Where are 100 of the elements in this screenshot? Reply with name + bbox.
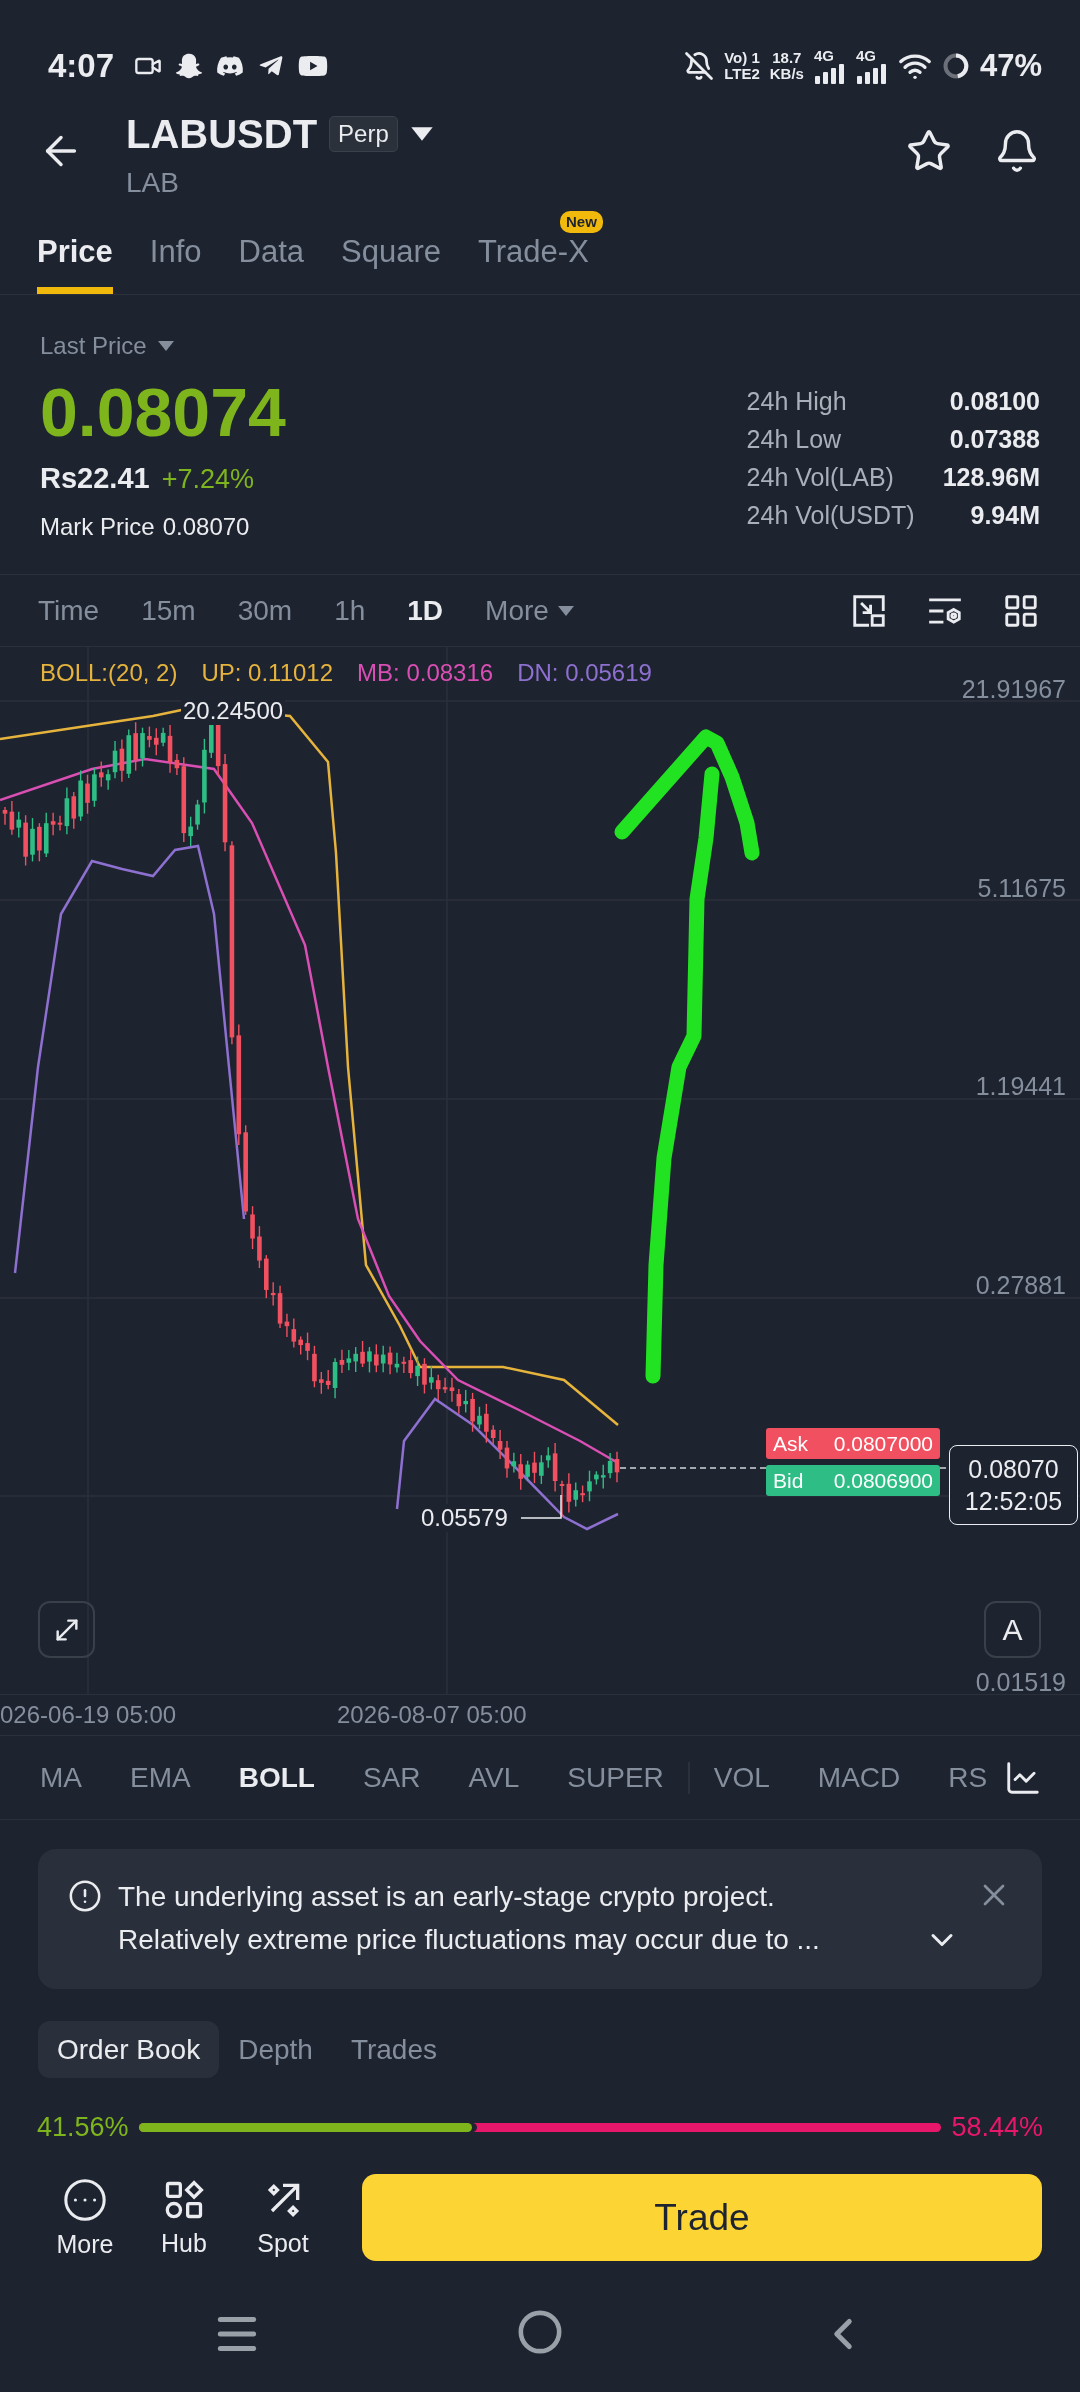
notice-text: The underlying asset is an early-stage crypto project. <box>118 1880 775 1914</box>
last-price-selector[interactable]: Last Price <box>40 330 175 362</box>
new-badge: New <box>560 211 603 233</box>
rising-candle <box>78 769 83 822</box>
indicator-tab[interactable]: MA <box>40 1761 82 1794</box>
falling-candle <box>312 1345 317 1388</box>
low-leader-line <box>520 1494 562 1519</box>
interval-tab[interactable]: 1h <box>334 594 366 627</box>
more-icon <box>62 2176 108 2223</box>
fiat-price: Rs22.41 <box>40 462 150 494</box>
home-icon[interactable] <box>517 2309 563 2355</box>
axis-label: 2026-08-07 05:00 <box>337 1700 527 1730</box>
axis-label: 026-06-19 05:00 <box>0 1700 177 1730</box>
alert-icon <box>68 1879 102 1913</box>
ghost-icon <box>176 53 203 79</box>
falling-candle <box>360 1340 365 1368</box>
falling-candle <box>387 1345 393 1375</box>
muted-bell-icon <box>684 51 715 81</box>
fullscreen-button[interactable] <box>38 1601 95 1658</box>
stat-label: 24h Low <box>746 424 843 455</box>
high-price-label: 20.24500 <box>181 697 286 725</box>
falling-candle <box>580 1484 585 1503</box>
battery-text: 47% <box>979 48 1042 84</box>
axis-label: 0.01519 <box>975 1666 1066 1698</box>
interval-tab[interactable]: 30m <box>237 594 293 627</box>
interval-tab[interactable]: 1D <box>407 594 444 627</box>
spot-button[interactable]: Spot <box>238 2177 328 2258</box>
rising-candle <box>188 815 193 847</box>
book-tab[interactable]: Depth <box>219 2021 332 2078</box>
interval-tab[interactable]: Time <box>38 594 100 627</box>
battery-ring-icon <box>941 52 970 80</box>
indicator-tab[interactable]: SAR <box>362 1761 421 1794</box>
legend-text: DN: 0.05619 <box>517 658 652 688</box>
ask-label: Ask <box>773 1431 808 1456</box>
more-button[interactable]: More <box>40 2176 130 2259</box>
tab[interactable]: Price <box>37 234 113 294</box>
falling-candle <box>85 774 90 815</box>
symbol-subtitle: LAB <box>126 166 179 200</box>
indicator-tab[interactable]: MACD <box>817 1761 901 1794</box>
rising-candle <box>92 767 97 808</box>
rising-candle <box>463 1389 468 1414</box>
rising-candle <box>160 726 166 747</box>
ask-price: 0.0807000 <box>833 1431 933 1456</box>
stat-value: 128.96M <box>942 462 1040 493</box>
indicator-tab[interactable]: VOL <box>713 1761 770 1794</box>
mark-price-text: 0.08070 <box>968 1454 1059 1485</box>
rising-candle <box>43 812 49 858</box>
falling-candle <box>339 1348 345 1374</box>
rising-candle <box>64 786 70 835</box>
book-tab[interactable]: Order Book <box>38 2021 220 2078</box>
falling-candle <box>133 721 138 772</box>
mark-price-label: Mark Price <box>40 512 155 542</box>
signal-icon <box>855 64 888 84</box>
interval-tab[interactable]: 15m <box>141 594 196 627</box>
rising-candle <box>525 1460 530 1482</box>
indicator-tab[interactable]: RS <box>948 1761 988 1794</box>
stat-value: 9.94M <box>969 500 1040 531</box>
rising-candle <box>429 1365 434 1391</box>
rising-candle <box>30 817 35 863</box>
tab[interactable]: Info <box>149 234 202 294</box>
falling-candle <box>154 727 159 756</box>
perp-badge: Perp <box>329 116 398 152</box>
falling-candle <box>37 822 42 862</box>
auto-scale-button[interactable]: A <box>984 1601 1041 1658</box>
rising-candle <box>380 1345 386 1373</box>
network-text: 4G <box>813 48 834 64</box>
falling-candle <box>614 1451 620 1483</box>
axis-label: 5.11675 <box>977 872 1066 904</box>
trade-button[interactable]: Trade <box>362 2174 1042 2261</box>
legend-text: UP: 0.11012 <box>201 658 334 688</box>
tab[interactable]: Data <box>238 234 305 294</box>
stat-value: 0.07388 <box>948 424 1040 455</box>
legend-text: BOLL:(20, 2) <box>40 658 178 688</box>
caret-down-icon[interactable] <box>409 126 434 142</box>
stat-label: 24h Vol(LAB) <box>746 462 895 493</box>
hub-button[interactable]: Hub <box>139 2177 229 2258</box>
more-intervals-button[interactable]: More <box>485 594 575 627</box>
stat-label: 24h Vol(USDT) <box>746 500 915 531</box>
legend-text: MB: 0.08316 <box>357 658 494 688</box>
indicator-tab[interactable]: AVL <box>468 1761 520 1794</box>
bid-label: Bid <box>773 1468 804 1493</box>
falling-candle <box>305 1331 310 1361</box>
stat-label: 24h High <box>746 386 848 417</box>
falling-candle <box>250 1205 255 1250</box>
falling-candle <box>532 1451 537 1484</box>
indicator-tab[interactable]: BOLL <box>238 1761 315 1794</box>
caret-down-icon <box>156 340 175 352</box>
falling-candle <box>119 738 125 783</box>
buy-ratio-text: 41.56% <box>37 2111 129 2143</box>
rising-candle <box>394 1352 400 1374</box>
indicator-tab[interactable]: EMA <box>130 1761 191 1794</box>
network-text: 4G <box>855 48 876 64</box>
tab[interactable]: Trade-X <box>478 234 589 294</box>
rising-candle <box>511 1451 517 1474</box>
book-tab[interactable]: Trades <box>331 2021 456 2078</box>
rising-candle <box>587 1470 592 1502</box>
indicator-tab[interactable]: SUPER <box>567 1761 664 1794</box>
tab[interactable]: Square <box>341 234 441 294</box>
rising-candle <box>367 1346 372 1374</box>
falling-candle <box>71 791 77 830</box>
